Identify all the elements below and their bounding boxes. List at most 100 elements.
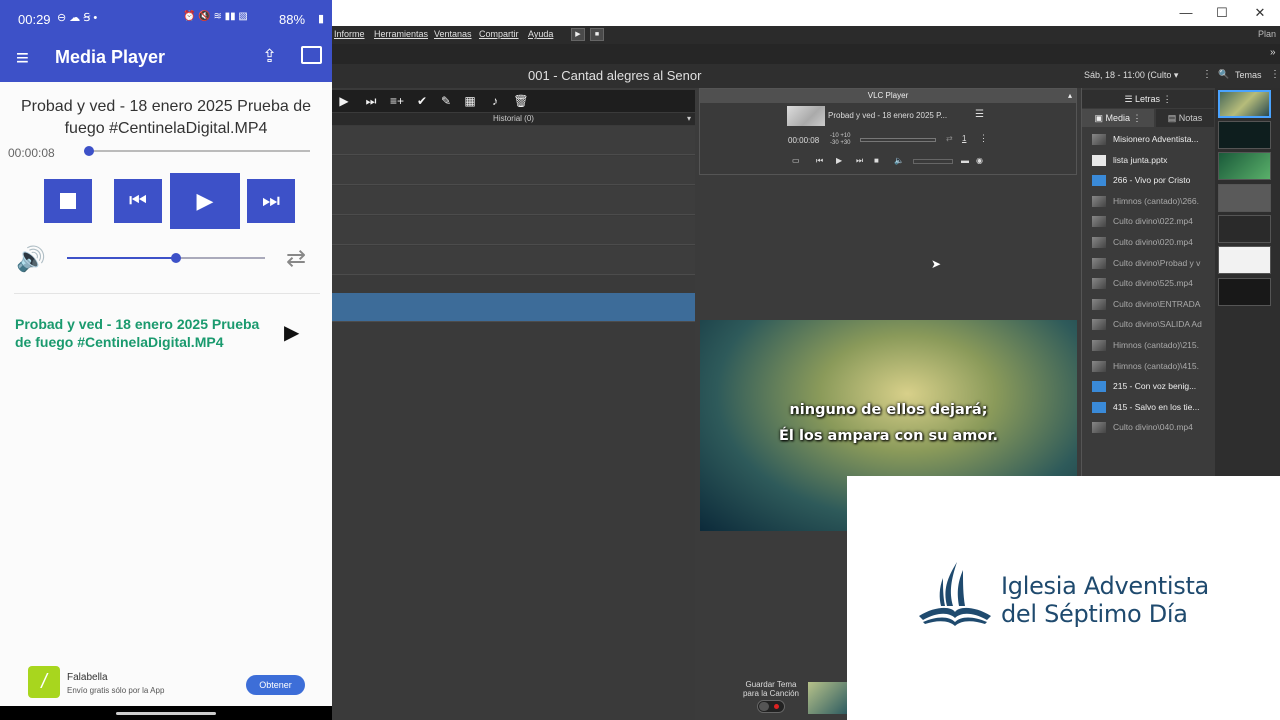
temas-label[interactable]: Temas (1235, 70, 1262, 80)
theme-thumbnail-selected[interactable] (1218, 90, 1271, 118)
history-row[interactable] (332, 216, 695, 245)
history-row[interactable] (332, 186, 695, 215)
theme-thumbnail[interactable] (1218, 121, 1271, 149)
volume-icon[interactable]: 🔊 (16, 245, 46, 273)
repeat-icon[interactable]: ⇄ (286, 244, 314, 272)
stop-button[interactable] (44, 179, 92, 223)
skip-next-icon[interactable]: ⏭ (856, 156, 863, 166)
video-thumbnail-icon (1092, 319, 1106, 331)
media-list-item[interactable]: lista junta.pptx (1082, 150, 1214, 170)
music-note-icon[interactable]: ♪ (487, 93, 503, 109)
media-list-item[interactable]: Himnos (cantado)\415. (1082, 356, 1214, 376)
history-row[interactable] (332, 246, 695, 275)
play-icon[interactable]: ▶ (836, 156, 842, 165)
theme-thumbnail[interactable] (1218, 246, 1271, 274)
media-item-label: Culto divino\SALIDA Ad (1113, 319, 1202, 330)
skip-30-label[interactable]: -30 +30 (830, 140, 851, 146)
media-list-item[interactable]: Culto divino\Probad y v (1082, 253, 1214, 273)
checklist-icon[interactable]: ✔ (414, 93, 430, 109)
play-icon[interactable]: ▶ (284, 320, 299, 345)
menu-herramientas[interactable]: Herramientas (374, 29, 428, 39)
skip-10-label[interactable]: -10 +10 (830, 133, 851, 139)
folder-icon[interactable]: ▬ (961, 156, 969, 165)
media-list-item[interactable]: Culto divino\SALIDA Ad (1082, 314, 1214, 334)
media-list-item[interactable]: Himnos (cantado)\266. (1082, 191, 1214, 211)
seek-knob[interactable] (83, 146, 94, 156)
menu-ventanas[interactable]: Ventanas (434, 29, 472, 39)
ad-get-button[interactable]: Obtener (246, 675, 305, 695)
trash-icon[interactable]: 🗑 (513, 93, 529, 109)
minimize-button[interactable]: — (1176, 4, 1196, 22)
media-item-label: Culto divino\020.mp4 (1113, 237, 1193, 247)
media-list-item[interactable]: Culto divino\020.mp4 (1082, 232, 1214, 252)
vlc-volume-slider[interactable] (913, 159, 953, 164)
play-icon[interactable]: ▶ (336, 93, 352, 109)
stop-icon[interactable]: ■ (590, 28, 604, 41)
theme-thumbnail[interactable] (1218, 184, 1271, 212)
upload-icon[interactable]: ⇪ (262, 46, 277, 67)
media-list-item[interactable]: Culto divino\040.mp4 (1082, 417, 1214, 437)
themes-strip (1215, 88, 1280, 476)
repeat-icon[interactable]: ⇄ (946, 134, 953, 143)
menu-dots-icon[interactable]: ⋮ (979, 133, 988, 144)
close-button[interactable]: ✕ (1250, 4, 1270, 22)
home-handle[interactable] (116, 712, 216, 715)
history-row-selected[interactable] (332, 293, 695, 322)
seek-bar[interactable] (84, 150, 310, 152)
tab-notas[interactable]: ▤ Notas (1156, 109, 1214, 127)
menu-dots-icon[interactable]: ⋮ (1202, 69, 1212, 80)
tab-media[interactable]: ▣ Media ⋮ (1082, 109, 1154, 127)
volume-icon[interactable]: 🔈 (894, 156, 904, 165)
menu-dots-icon[interactable]: ⋮ (1133, 113, 1142, 123)
hamburger-menu-icon[interactable]: ≡ (16, 45, 29, 71)
vlc-seek-bar[interactable] (860, 138, 936, 142)
menu-compartir[interactable]: Compartir (479, 29, 519, 39)
menu-ayuda[interactable]: Ayuda (528, 29, 553, 39)
history-row[interactable] (332, 126, 695, 155)
skip-next-icon[interactable]: ⏭ (363, 93, 379, 109)
chevron-down-icon[interactable]: ▾ (687, 113, 691, 125)
play-icon[interactable]: ▶ (571, 28, 585, 41)
globe-icon[interactable]: ◉ (976, 156, 983, 165)
media-list-item[interactable]: Culto divino\022.mp4 (1082, 211, 1214, 231)
theme-thumbnail[interactable] (808, 682, 848, 714)
menu-informe[interactable]: Informe (334, 29, 365, 39)
fullscreen-icon[interactable] (301, 46, 322, 64)
play-button[interactable]: ▶ (170, 173, 240, 229)
skip-buttons[interactable]: -10 +10 -30 +30 (830, 133, 860, 147)
skip-previous-icon[interactable]: ⏮ (816, 156, 823, 166)
chevron-up-icon[interactable]: ▴ (1068, 89, 1072, 103)
edit-icon[interactable]: ✎ (438, 93, 454, 109)
history-row[interactable] (332, 156, 695, 185)
service-date-dropdown[interactable]: Sáb, 18 - 11:00 (Culto ▾ (1084, 70, 1178, 81)
add-to-playlist-icon[interactable]: ≡+ (389, 93, 405, 109)
search-icon[interactable]: 🔍 (1218, 69, 1229, 80)
theme-thumbnail[interactable] (1218, 215, 1271, 243)
grid-icon[interactable]: ▦ (462, 93, 478, 109)
next-button[interactable]: ⏭ (247, 179, 295, 223)
save-theme-toggle[interactable] (757, 700, 785, 713)
history-header[interactable]: Historial (0) ▾ (332, 113, 695, 125)
previous-button[interactable]: ⏮ (114, 179, 162, 223)
playlist-item-title[interactable]: Probad y ved - 18 enero 2025 Prueba de f… (15, 315, 270, 351)
stop-icon[interactable]: ■ (874, 156, 879, 165)
expand-icon[interactable]: » (1270, 47, 1276, 58)
media-list-item[interactable]: Culto divino\525.mp4 (1082, 273, 1214, 293)
media-list-item[interactable]: 215 - Con voz benig... (1082, 376, 1214, 396)
ad-banner[interactable]: / Falabella Envío gratis sólo por la App… (0, 660, 332, 708)
volume-knob[interactable] (170, 253, 181, 263)
playlist-icon[interactable]: ☰ (975, 109, 984, 120)
menu-dots-icon[interactable]: ⋮ (1163, 94, 1172, 104)
media-list-item[interactable]: 266 - Vivo por Cristo (1082, 170, 1214, 190)
menu-dots-icon[interactable]: ⋮ (1270, 69, 1280, 80)
letras-header[interactable]: ☰ Letras ⋮ (1082, 90, 1214, 108)
media-list-item[interactable]: Himnos (cantado)\215. (1082, 335, 1214, 355)
screen-icon[interactable]: ▭ (792, 156, 800, 165)
theme-thumbnail[interactable] (1218, 152, 1271, 180)
video-thumbnail-icon (1092, 195, 1106, 207)
maximize-button[interactable]: ☐ (1212, 4, 1232, 22)
media-list-item[interactable]: 415 - Salvo en los tie... (1082, 397, 1214, 417)
theme-thumbnail[interactable] (1218, 278, 1271, 306)
media-list-item[interactable]: Misionero Adventista... (1082, 129, 1214, 149)
media-list-item[interactable]: Culto divino\ENTRADA (1082, 294, 1214, 314)
